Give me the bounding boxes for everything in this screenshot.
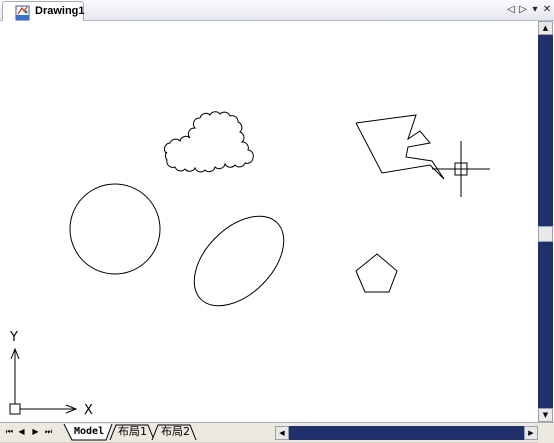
ucs-y-label: Y — [9, 330, 18, 345]
vertical-scroll-thumb[interactable] — [538, 226, 553, 242]
document-tab[interactable]: Drawing1 — [2, 1, 85, 21]
tab-model[interactable]: Model — [74, 424, 104, 440]
pentagon-shape[interactable] — [355, 253, 398, 293]
vertical-scrollbar[interactable]: ▲ ▼ — [538, 21, 553, 422]
first-layout-icon[interactable]: ⏮ — [4, 426, 15, 438]
next-layout-icon[interactable]: ▶ — [30, 426, 41, 438]
document-tab-bar: Drawing1 ◁ ▷ ▾ ✕ — [0, 0, 554, 21]
drawing-file-icon — [15, 5, 31, 21]
previous-document-icon[interactable]: ◁ — [505, 3, 517, 17]
drawing-canvas[interactable]: Y X — [0, 21, 538, 422]
ucs-x-label: X — [84, 403, 93, 418]
tab-layout2[interactable]: 布局2 — [161, 424, 190, 440]
last-layout-icon[interactable]: ⏭ — [43, 426, 54, 438]
crosshair-cursor — [432, 141, 490, 197]
scroll-up-icon[interactable]: ▲ — [538, 21, 553, 35]
scrollbar-corner — [538, 423, 554, 443]
close-document-icon[interactable]: ✕ — [541, 3, 553, 17]
polyline-shape[interactable] — [355, 114, 445, 180]
window-menu-icon[interactable]: ▾ — [529, 3, 541, 17]
layout-tab-bar: ⏮ ◀ ▶ ⏭ Model 布局1 布局2 ◀ ▶ — [0, 422, 554, 443]
model-space[interactable]: Y X — [0, 21, 538, 422]
horizontal-scrollbar[interactable]: ◀ ▶ — [275, 426, 538, 440]
scroll-left-icon[interactable]: ◀ — [275, 426, 289, 440]
scroll-down-icon[interactable]: ▼ — [538, 408, 553, 422]
tab-layout1[interactable]: 布局1 — [118, 424, 147, 440]
previous-layout-icon[interactable]: ◀ — [16, 426, 27, 438]
ellipse-shape[interactable] — [177, 199, 300, 322]
circle-shape[interactable] — [69, 183, 161, 275]
drawing-window: Drawing1 ◁ ▷ ▾ ✕ Y X ▲ ▼ ⏮ ◀ ▶ ⏭ Model 布… — [0, 0, 554, 443]
scroll-right-icon[interactable]: ▶ — [524, 426, 538, 440]
revision-cloud[interactable] — [163, 111, 254, 173]
document-title: Drawing1 — [35, 5, 85, 17]
next-document-icon[interactable]: ▷ — [517, 3, 529, 17]
ucs-icon — [9, 347, 78, 415]
